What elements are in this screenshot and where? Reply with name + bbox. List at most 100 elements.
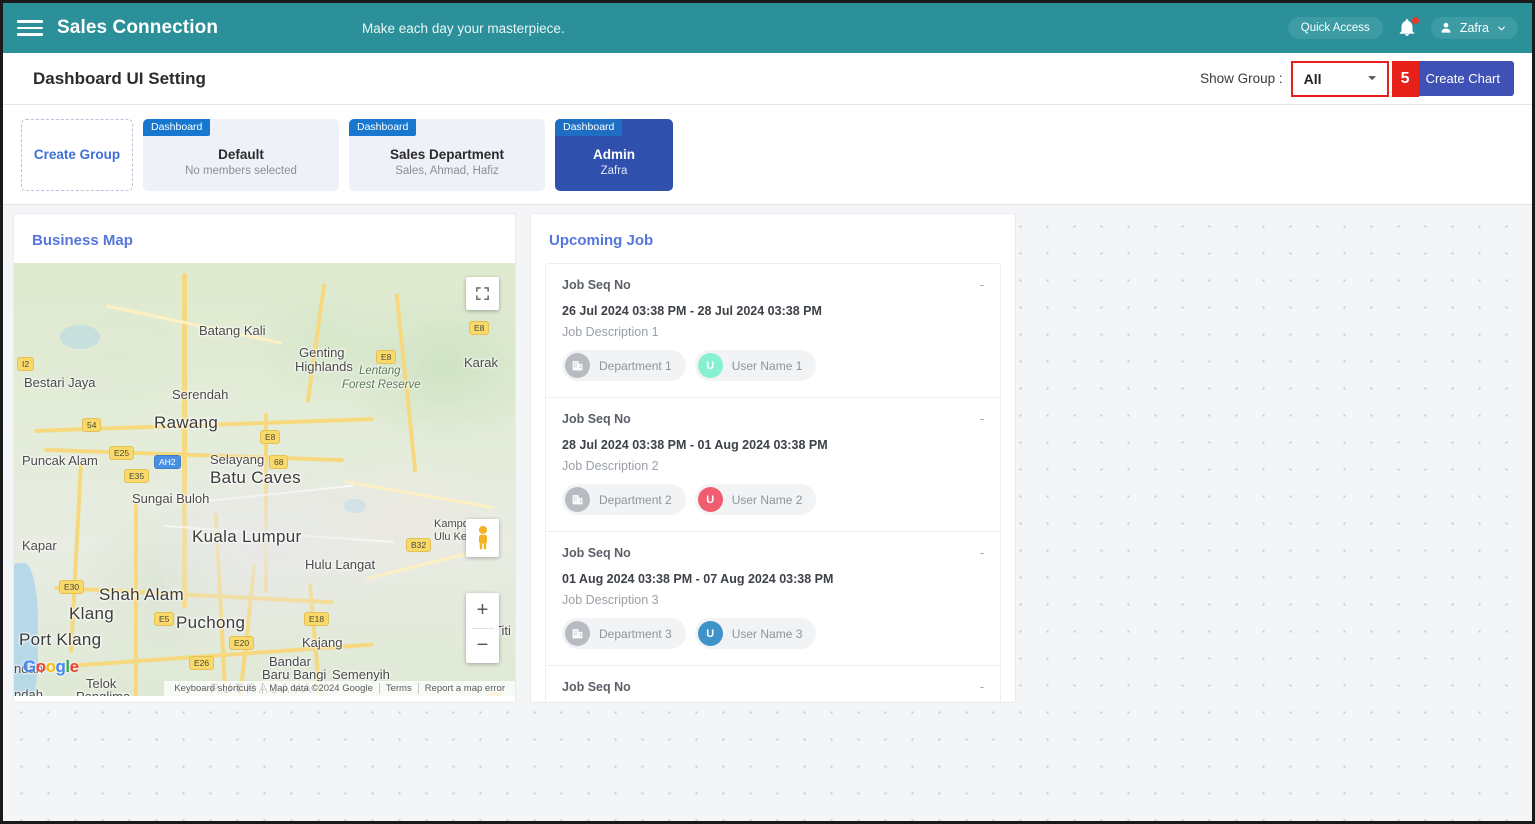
map-attribution-item[interactable]: Report a map error bbox=[419, 683, 511, 694]
show-group-select[interactable]: All bbox=[1295, 65, 1384, 92]
map-fullscreen-button[interactable] bbox=[466, 277, 499, 310]
job-seq-label: Job Seq No bbox=[562, 278, 631, 292]
notification-bell-button[interactable] bbox=[1397, 16, 1420, 39]
map-attribution: Keyboard shortcuts Map data ©2024 Google T… bbox=[164, 681, 515, 696]
job-seq-value: - bbox=[979, 278, 984, 292]
create-group-card[interactable]: Create Group bbox=[21, 118, 133, 191]
map-water bbox=[60, 325, 100, 349]
group-name: Default bbox=[218, 146, 264, 162]
user-menu-button[interactable]: Zafra bbox=[1430, 17, 1518, 39]
dashboard-badge: Dashboard bbox=[349, 118, 417, 136]
map-route-shield: E35 bbox=[124, 469, 150, 483]
user-chip-label: User Name 3 bbox=[731, 626, 803, 641]
map-route-shield: E25 bbox=[109, 446, 135, 460]
page-title: Dashboard UI Setting bbox=[33, 68, 206, 88]
job-chips: Department 2 U User Name 2 bbox=[562, 484, 984, 515]
app-brand-title: Sales Connection bbox=[57, 17, 219, 38]
show-group-label: Show Group : bbox=[1200, 71, 1283, 86]
map-zoom-out-button[interactable]: − bbox=[466, 629, 499, 664]
group-cards-row: Create Group Dashboard Default No member… bbox=[3, 105, 1532, 205]
user-chip[interactable]: U User Name 2 bbox=[694, 484, 817, 515]
fullscreen-icon bbox=[476, 287, 489, 300]
chevron-down-icon bbox=[1498, 26, 1505, 30]
job-list-item[interactable]: Job Seq No - bbox=[545, 665, 1001, 702]
department-chip[interactable]: Department 1 bbox=[562, 350, 686, 381]
job-description: Job Description 3 bbox=[562, 593, 659, 607]
dashboard-badge: Dashboard bbox=[143, 118, 211, 136]
map-urban-area bbox=[164, 463, 414, 643]
quick-access-button[interactable]: Quick Access bbox=[1287, 17, 1383, 39]
page-header-bar: Dashboard UI Setting Show Group : All ⏷ … bbox=[3, 53, 1532, 105]
job-seq-value: - bbox=[979, 412, 984, 426]
map-zoom-in-button[interactable]: + bbox=[466, 593, 499, 628]
map-attribution-item[interactable]: Map data ©2024 Google bbox=[263, 683, 380, 694]
job-date-range: 28 Jul 2024 03:38 PM - 01 Aug 2024 03:38… bbox=[562, 438, 828, 452]
group-card-admin[interactable]: Dashboard Admin Zafra bbox=[555, 118, 673, 191]
map-route-shield: E20 bbox=[229, 636, 255, 650]
job-description: Job Description 2 bbox=[562, 459, 659, 473]
department-chip[interactable]: Department 3 bbox=[562, 618, 686, 649]
job-seq-label: Job Seq No bbox=[562, 412, 631, 426]
group-card-sales-department[interactable]: Dashboard Sales Department Sales, Ahmad,… bbox=[349, 118, 545, 191]
dashboard-canvas[interactable]: Business Map Batang Kali Genting Highlan… bbox=[3, 205, 1532, 821]
department-chip-label: Department 2 bbox=[599, 492, 672, 507]
job-date-range: 01 Aug 2024 03:38 PM - 07 Aug 2024 03:38… bbox=[562, 572, 834, 586]
group-members: Zafra bbox=[600, 164, 628, 177]
map-attribution-item[interactable]: Terms bbox=[380, 683, 419, 694]
map-road bbox=[182, 273, 187, 463]
building-icon bbox=[565, 487, 590, 512]
job-item-header: Job Seq No - bbox=[562, 680, 984, 694]
create-chart-button[interactable]: Create Chart bbox=[1405, 61, 1514, 96]
building-icon bbox=[565, 353, 590, 378]
user-chip[interactable]: U User Name 3 bbox=[694, 618, 817, 649]
job-seq-label: Job Seq No bbox=[562, 680, 631, 694]
map-route-shield: AH2 bbox=[154, 455, 181, 469]
map-route-shield: B32 bbox=[406, 538, 432, 552]
department-chip-label: Department 1 bbox=[599, 358, 672, 373]
map-route-shield: E5 bbox=[154, 612, 175, 626]
page-header-controls: Show Group : All ⏷ 5 Create Chart bbox=[1200, 60, 1514, 97]
person-icon bbox=[1441, 22, 1451, 33]
job-description: Job Description 1 bbox=[562, 325, 659, 339]
job-item-header: Job Seq No - bbox=[562, 546, 984, 560]
job-date-range: 26 Jul 2024 03:38 PM - 28 Jul 2024 03:38… bbox=[562, 304, 822, 318]
group-card-default[interactable]: Dashboard Default No members selected bbox=[143, 118, 339, 191]
create-group-label: Create Group bbox=[33, 147, 121, 162]
map-route-shield: 68 bbox=[269, 455, 289, 469]
business-map-title: Business Map bbox=[32, 232, 133, 249]
map-route-shield: I2 bbox=[17, 357, 35, 371]
map-route-shield: E26 bbox=[189, 656, 215, 670]
map-route-shield: E18 bbox=[304, 612, 330, 626]
job-list-item[interactable]: Job Seq No - 28 Jul 2024 03:38 PM - 01 Aug… bbox=[545, 397, 1001, 531]
job-chips: Department 3 U User Name 3 bbox=[562, 618, 984, 649]
google-logo: Google bbox=[23, 657, 79, 676]
department-chip-label: Department 3 bbox=[599, 626, 672, 641]
show-group-select-highlight: All ⏷ bbox=[1290, 60, 1389, 97]
department-chip[interactable]: Department 2 bbox=[562, 484, 686, 515]
street-view-pegman-icon bbox=[478, 525, 487, 550]
upcoming-job-scroll-area[interactable]: Job Seq No - 26 Jul 2024 03:38 PM - 28 Jul… bbox=[531, 263, 1015, 702]
job-item-header: Job Seq No - bbox=[562, 412, 984, 426]
map-attribution-item[interactable]: Keyboard shortcuts bbox=[168, 683, 264, 694]
map-route-shield: E8 bbox=[469, 321, 490, 335]
group-members: Sales, Ahmad, Hafiz bbox=[395, 164, 499, 177]
street-view-pegman-button[interactable] bbox=[466, 519, 499, 557]
business-map-widget: Business Map Batang Kali Genting Highlan… bbox=[13, 213, 516, 703]
upcoming-job-list: Job Seq No - 26 Jul 2024 03:38 PM - 28 Jul… bbox=[531, 263, 1015, 702]
map-route-shield: 54 bbox=[82, 418, 102, 432]
group-name: Admin bbox=[593, 146, 635, 162]
app-tagline: Make each day your masterpiece. bbox=[362, 20, 565, 36]
user-chip[interactable]: U User Name 1 bbox=[694, 350, 817, 381]
hamburger-menu-icon[interactable] bbox=[17, 17, 43, 39]
map-route-shield: E8 bbox=[376, 350, 397, 364]
map-canvas[interactable]: Batang Kali Genting Highlands Serendah Rawan… bbox=[14, 263, 515, 696]
job-item-header: Job Seq No - bbox=[562, 278, 984, 292]
job-list-item[interactable]: Job Seq No - 01 Aug 2024 03:38 PM - 07 Aug… bbox=[545, 531, 1001, 665]
app-root: Sales Connection Make each day your mast… bbox=[0, 0, 1535, 824]
job-seq-label: Job Seq No bbox=[562, 546, 631, 560]
job-list-item[interactable]: Job Seq No - 26 Jul 2024 03:38 PM - 28 Jul… bbox=[545, 263, 1001, 397]
dashboard-badge: Dashboard bbox=[555, 118, 623, 136]
step-badge-5: 5 bbox=[1391, 60, 1419, 97]
building-icon bbox=[565, 621, 590, 646]
upcoming-job-widget: Upcoming Job Job Seq No - 26 Jul 2024 03:3… bbox=[530, 213, 1016, 703]
